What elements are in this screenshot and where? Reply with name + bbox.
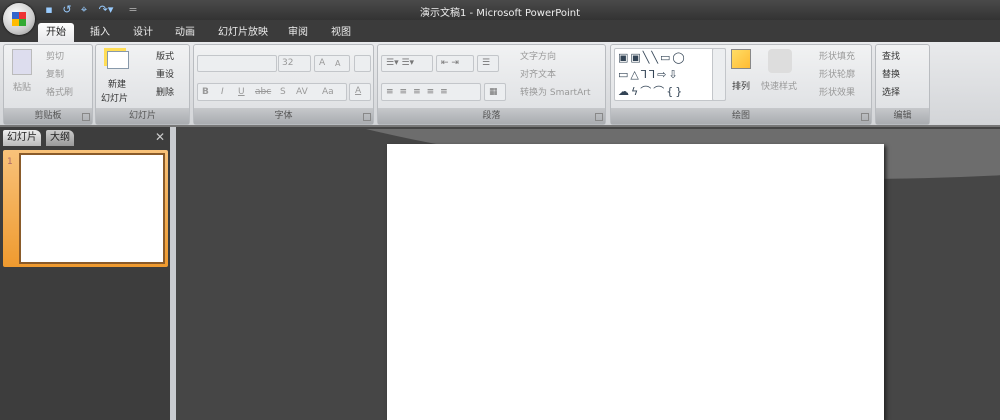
customize-toolbar-button[interactable]: = — [126, 3, 140, 16]
find-button[interactable]: 查找 — [882, 49, 900, 62]
tab-view[interactable]: 视图 — [323, 23, 359, 42]
copy-button[interactable]: 复制 — [46, 67, 64, 80]
find-icon[interactable]: ⌖ — [77, 3, 91, 16]
align-icons: ≡≡≡≡≡ — [386, 87, 454, 97]
arrange-button[interactable]: 排列 — [732, 79, 750, 92]
paragraph-group: ☰▾ ☰▾ ⇤ ⇥ ☰ ≡≡≡≡≡ ▦ 文字方向 对齐文本 转换为 SmartA… — [377, 44, 606, 125]
quick-styles-icon — [768, 49, 792, 73]
bold-button[interactable]: B — [202, 87, 209, 97]
shadow-button[interactable]: S — [280, 87, 286, 97]
clear-format-button[interactable] — [354, 55, 371, 72]
new-slide-button-label[interactable]: 幻灯片 — [101, 91, 128, 104]
group-label: 剪贴板 — [4, 108, 92, 124]
shape-fill-button[interactable]: 形状填充 — [819, 49, 855, 62]
font-name-select[interactable] — [197, 55, 277, 72]
quick-styles-button[interactable]: 快速样式 — [761, 79, 797, 92]
slide-thumbnail[interactable] — [19, 153, 165, 264]
list-buttons[interactable]: ☰▾ ☰▾ — [381, 55, 433, 72]
close-pane-icon[interactable]: ✕ — [155, 130, 165, 144]
tab-outline[interactable]: 大纲 — [46, 130, 74, 146]
dialog-launcher-icon[interactable] — [363, 113, 371, 121]
office-button[interactable] — [3, 3, 35, 35]
grow-shrink-font-buttons[interactable]: AA — [314, 55, 350, 72]
slide-canvas[interactable] — [387, 144, 884, 420]
undo-icon[interactable]: ↺ — [60, 3, 74, 16]
arrange-icon — [731, 49, 751, 69]
new-slide-icon — [107, 51, 129, 69]
cut-button[interactable]: 剪切 — [46, 49, 64, 62]
dialog-launcher-icon[interactable] — [595, 113, 603, 121]
grow-font-button[interactable]: A — [319, 58, 325, 68]
underline-button[interactable]: U — [238, 87, 245, 97]
tab-design[interactable]: 设计 — [125, 23, 161, 42]
paste-button[interactable]: 粘贴 — [13, 80, 31, 93]
font-size-value: 32 — [282, 58, 294, 68]
slide-number: 1 — [7, 157, 13, 167]
group-label: 段落 — [378, 108, 605, 124]
replace-button[interactable]: 替换 — [882, 67, 900, 80]
group-label: 幻灯片 — [96, 108, 189, 124]
editing-group: 查找 替换 选择 编辑 — [875, 44, 930, 125]
group-label: 编辑 — [876, 108, 929, 124]
line-spacing-button[interactable]: ☰ — [477, 55, 499, 72]
columns-icon: ▦ — [489, 87, 498, 97]
shape-outline-button[interactable]: 形状轮廓 — [819, 67, 855, 80]
dialog-launcher-icon[interactable] — [861, 113, 869, 121]
font-group: 32 AA B I U abc S AV Aa A 字体 — [193, 44, 374, 125]
shape-effects-button[interactable]: 形状效果 — [819, 85, 855, 98]
align-text-button[interactable]: 对齐文本 — [520, 67, 556, 80]
redo-icon[interactable]: ↷▾ — [95, 3, 117, 16]
char-spacing-button[interactable]: AV — [296, 87, 308, 97]
font-format-buttons: B I U abc S AV Aa — [197, 83, 347, 101]
window-title: 演示文稿1 - Microsoft PowerPoint — [419, 8, 581, 19]
text-direction-button[interactable]: 文字方向 — [520, 49, 556, 62]
italic-button[interactable]: I — [221, 87, 224, 97]
delete-button[interactable]: 删除 — [156, 85, 174, 98]
select-button[interactable]: 选择 — [882, 85, 900, 98]
font-color-button[interactable]: A — [349, 83, 371, 101]
dialog-launcher-icon[interactable] — [82, 113, 90, 121]
tab-animation[interactable]: 动画 — [167, 23, 203, 42]
indent-icon: ⇤ ⇥ — [441, 58, 459, 68]
save-icon[interactable]: ▪ — [42, 3, 56, 16]
change-case-button[interactable]: Aa — [322, 87, 334, 97]
format-painter-button[interactable]: 格式刷 — [46, 85, 73, 98]
tab-slideshow[interactable]: 幻灯片放映 — [210, 23, 276, 42]
shapes-gallery[interactable]: ▣▣╲╲▭◯ ▭△⅂⅂⇨⇩ ☁ϟ⌒⌒{} — [614, 48, 726, 101]
line-spacing-icon: ☰ — [482, 58, 491, 68]
reset-button[interactable]: 重设 — [156, 67, 174, 80]
tab-review[interactable]: 审阅 — [280, 23, 316, 42]
columns-button[interactable]: ▦ — [484, 83, 506, 101]
strikethrough-button[interactable]: abc — [255, 87, 271, 97]
shrink-font-button[interactable]: A — [335, 59, 340, 68]
drawing-group: ▣▣╲╲▭◯ ▭△⅂⅂⇨⇩ ☁ϟ⌒⌒{} 排列 快速样式 形状填充 形状轮廓 形状效… — [610, 44, 872, 125]
office-logo-icon — [12, 12, 26, 26]
group-label: 绘图 — [611, 108, 871, 124]
convert-smartart-button[interactable]: 转换为 SmartArt — [520, 85, 590, 98]
bullets-icon: ☰▾ ☰▾ — [386, 58, 415, 68]
tab-home[interactable]: 开始 — [38, 23, 74, 42]
slides-group: 新建 幻灯片 版式 重设 删除 幻灯片 — [95, 44, 190, 125]
gallery-scroll[interactable] — [712, 48, 726, 101]
title-bar: 演示文稿1 - Microsoft PowerPoint — [0, 0, 1000, 20]
tab-slides[interactable]: 幻灯片 — [3, 130, 41, 146]
font-size-select[interactable]: 32 — [278, 55, 311, 72]
new-slide-button[interactable]: 新建 — [108, 77, 126, 90]
clipboard-group: 粘贴 剪切 复制 格式刷 剪贴板 — [3, 44, 93, 125]
alignment-buttons[interactable]: ≡≡≡≡≡ — [381, 83, 481, 101]
paste-icon — [12, 49, 32, 75]
indent-buttons[interactable]: ⇤ ⇥ — [436, 55, 474, 72]
group-label: 字体 — [194, 108, 373, 124]
tab-insert[interactable]: 插入 — [82, 23, 118, 42]
layout-button[interactable]: 版式 — [156, 49, 174, 62]
